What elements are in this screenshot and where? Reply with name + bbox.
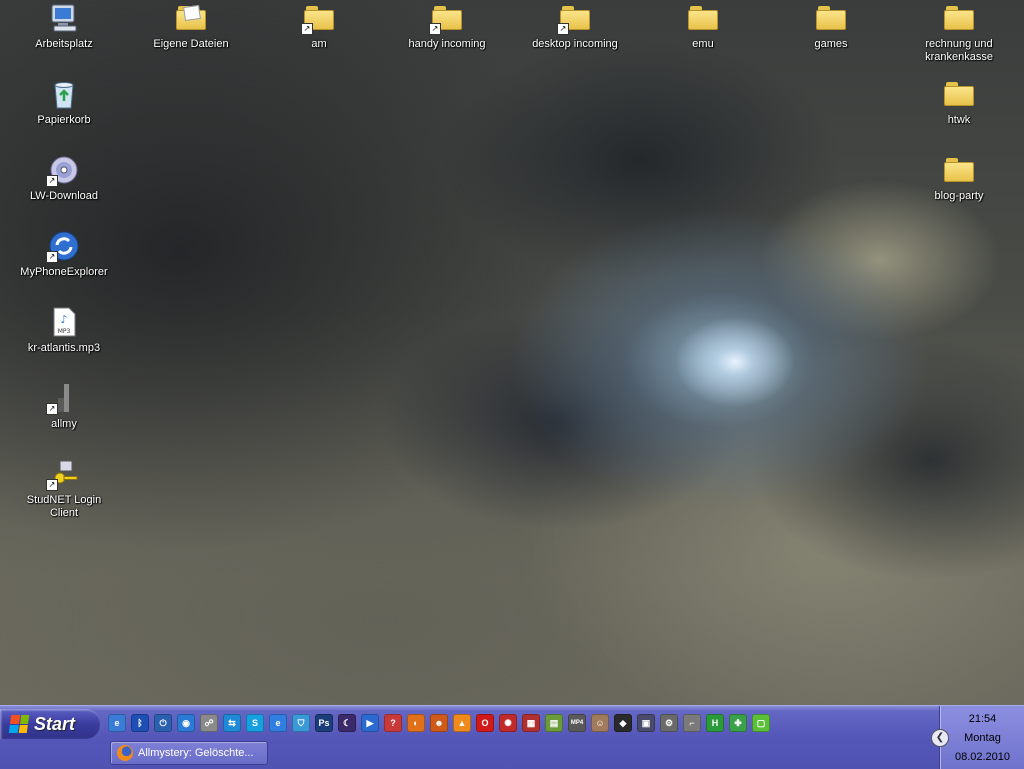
clock-day: Montag — [964, 732, 1001, 744]
app-icon[interactable]: ✺ — [499, 714, 517, 732]
app-icon[interactable]: ☻ — [430, 714, 448, 732]
power-icon[interactable]: ⏻ — [154, 714, 172, 732]
shortcut-arrow-icon: ↗ — [46, 479, 58, 491]
desktop-icon-kr-atlantis-mp3[interactable]: ♪ MP3 kr-atlantis.mp3 — [14, 306, 114, 355]
app-shortcut-icon: ↗ — [46, 382, 80, 415]
desktop-icon-desktop-incoming[interactable]: ↗ desktop incoming — [525, 2, 625, 51]
shortcut-arrow-icon: ↗ — [46, 403, 58, 415]
taskbar: Start e ᛒ ⏻ ◉ ☍ ⇆ Se ⛉ Ps ☾ ▶? ◐ ☻ ▲ O ✺ ▦ ▤ MP4 ☺ ◆ ▣ ⚙ ⌐ H ✤ ▢ A… — [0, 705, 1024, 769]
media-icon[interactable]: ☾ — [338, 714, 356, 732]
desktop-icon-emu[interactable]: emu — [653, 2, 753, 51]
desktop-icon-label: Arbeitsplatz — [35, 38, 93, 50]
app-icon[interactable]: ▣ — [637, 714, 655, 732]
media-player-icon[interactable]: ▶ — [361, 714, 379, 732]
desktop-icon-label: Eigene Dateien — [153, 38, 229, 50]
taskbar-button-allmystery[interactable]: Allmystery: Gelöschte... — [110, 741, 268, 765]
app-icon[interactable]: ▢ — [752, 714, 770, 732]
key-shortcut-icon: ↗ — [46, 458, 80, 491]
vlc-icon[interactable]: ▲ — [453, 714, 471, 732]
clock-date: 08.02.2010 — [954, 751, 1011, 763]
desktop-icon-label: blog-party — [934, 190, 984, 202]
desktop-icon-label: handy incoming — [408, 38, 486, 50]
cd-drive-shortcut-icon: ↗ — [46, 154, 80, 187]
shortcut-arrow-icon: ↗ — [301, 23, 313, 35]
clover-icon[interactable]: ✤ — [729, 714, 747, 732]
clock-time[interactable]: 21:54 — [940, 713, 1024, 725]
desktop-icon-lw-download[interactable]: ↗ LW-Download — [14, 154, 114, 203]
shield-icon[interactable]: ⛉ — [292, 714, 310, 732]
desktop-icon-label: MyPhoneExplorer — [20, 266, 108, 278]
app-icon[interactable]: ? — [384, 714, 402, 732]
desktop-icon-handy-incoming[interactable]: ↗ handy incoming — [397, 2, 497, 51]
shortcut-arrow-icon: ↗ — [557, 23, 569, 35]
firefox-icon[interactable]: ◐ — [407, 714, 425, 732]
mp4-icon[interactable]: MP4 — [568, 714, 586, 732]
computer-icon — [48, 2, 80, 34]
app-icon[interactable]: ◆ — [614, 714, 632, 732]
folder-icon — [815, 2, 847, 34]
folder-icon — [943, 2, 975, 34]
skype-icon[interactable]: S — [246, 714, 264, 732]
desktop-icon-allmy[interactable]: ↗ allmy — [14, 382, 114, 431]
svg-text:♪: ♪ — [60, 313, 67, 326]
globe-icon[interactable]: ◉ — [177, 714, 195, 732]
desktop-icon-am[interactable]: ↗ am — [269, 2, 369, 51]
desktop-icon-label: games — [814, 38, 848, 50]
desktop-icon-papierkorb[interactable]: Papierkorb — [14, 78, 114, 127]
task-label: Allmystery: Gelöschte... — [138, 747, 254, 759]
shortcut-arrow-icon: ↗ — [429, 23, 441, 35]
desktop-icon-blog-party[interactable]: blog-party — [909, 154, 1009, 203]
internet-explorer-icon[interactable]: e — [269, 714, 287, 732]
app-icon[interactable]: ▦ — [522, 714, 540, 732]
ie-settings-icon[interactable]: e — [108, 714, 126, 732]
start-button[interactable]: Start — [0, 709, 100, 739]
network-icon[interactable]: ☍ — [200, 714, 218, 732]
desktop-icon-label: rechnung und krankenkasse — [925, 38, 993, 63]
desktop-icon-label: emu — [692, 38, 714, 50]
desktop-icon-rechnung-und-krankenkasse[interactable]: rechnung und krankenkasse — [909, 2, 1009, 64]
folder-shortcut-icon: ↗ — [301, 2, 335, 35]
desktop-icon-label: Papierkorb — [37, 114, 91, 126]
shortcut-arrow-icon: ↗ — [46, 251, 58, 263]
teamviewer-icon[interactable]: ⇆ — [223, 714, 241, 732]
desktop-icon-label: desktop incoming — [532, 38, 618, 50]
desktop-icon-label: StudNET Login Client — [26, 494, 102, 519]
windows-logo-icon — [8, 715, 30, 733]
desktop-icon-label: LW-Download — [29, 190, 99, 202]
gear-icon[interactable]: ⚙ — [660, 714, 678, 732]
photoshop-icon[interactable]: Ps — [315, 714, 333, 732]
bluetooth-icon[interactable]: ᛒ — [131, 714, 149, 732]
opera-icon[interactable]: O — [476, 714, 494, 732]
desktop-icon-label: am — [311, 38, 327, 50]
desktop-icon-myphoneexplorer[interactable]: ↗ MyPhoneExplorer — [14, 230, 114, 279]
desktop-icon-games[interactable]: games — [781, 2, 881, 51]
quick-launch-bar: e ᛒ ⏻ ◉ ☍ ⇆ Se ⛉ Ps ☾ ▶? ◐ ☻ ▲ O ✺ ▦ ▤ MP4 ☺ ◆ ▣ ⚙ ⌐ H ✤ ▢ — [108, 714, 770, 734]
desktop-icon-label: kr-atlantis.mp3 — [27, 342, 101, 354]
app-icon[interactable]: H — [706, 714, 724, 732]
portrait-icon[interactable]: ☺ — [591, 714, 609, 732]
desktop-icon-studnet-login-client[interactable]: ↗ StudNET Login Client — [14, 458, 114, 520]
start-label: Start — [34, 713, 76, 734]
shortcut-arrow-icon: ↗ — [46, 175, 58, 187]
desktop-icon-label: allmy — [51, 418, 77, 430]
notification-area: ❮ 21:54 Montag 08.02.2010 — [931, 706, 1024, 769]
recycle-bin-icon — [48, 78, 80, 110]
sync-app-shortcut-icon: ↗ — [46, 230, 80, 263]
gun-icon[interactable]: ⌐ — [683, 714, 701, 732]
desktop-icon-label: htwk — [947, 114, 971, 126]
desktop-icon-htwk[interactable]: htwk — [909, 78, 1009, 127]
folder-shortcut-icon: ↗ — [557, 2, 591, 35]
firefox-icon — [117, 745, 133, 761]
app-icon[interactable]: ▤ — [545, 714, 563, 732]
folder-icon — [687, 2, 719, 34]
svg-text:MP3: MP3 — [58, 328, 71, 335]
my-documents-folder-icon — [175, 2, 207, 34]
folder-shortcut-icon: ↗ — [429, 2, 463, 35]
desktop-icon-eigene-dateien[interactable]: Eigene Dateien — [141, 2, 241, 51]
folder-icon — [943, 78, 975, 110]
desktop-icon-arbeitsplatz[interactable]: Arbeitsplatz — [14, 2, 114, 51]
folder-icon — [943, 154, 975, 186]
mp3-file-icon: ♪ MP3 — [48, 306, 80, 338]
